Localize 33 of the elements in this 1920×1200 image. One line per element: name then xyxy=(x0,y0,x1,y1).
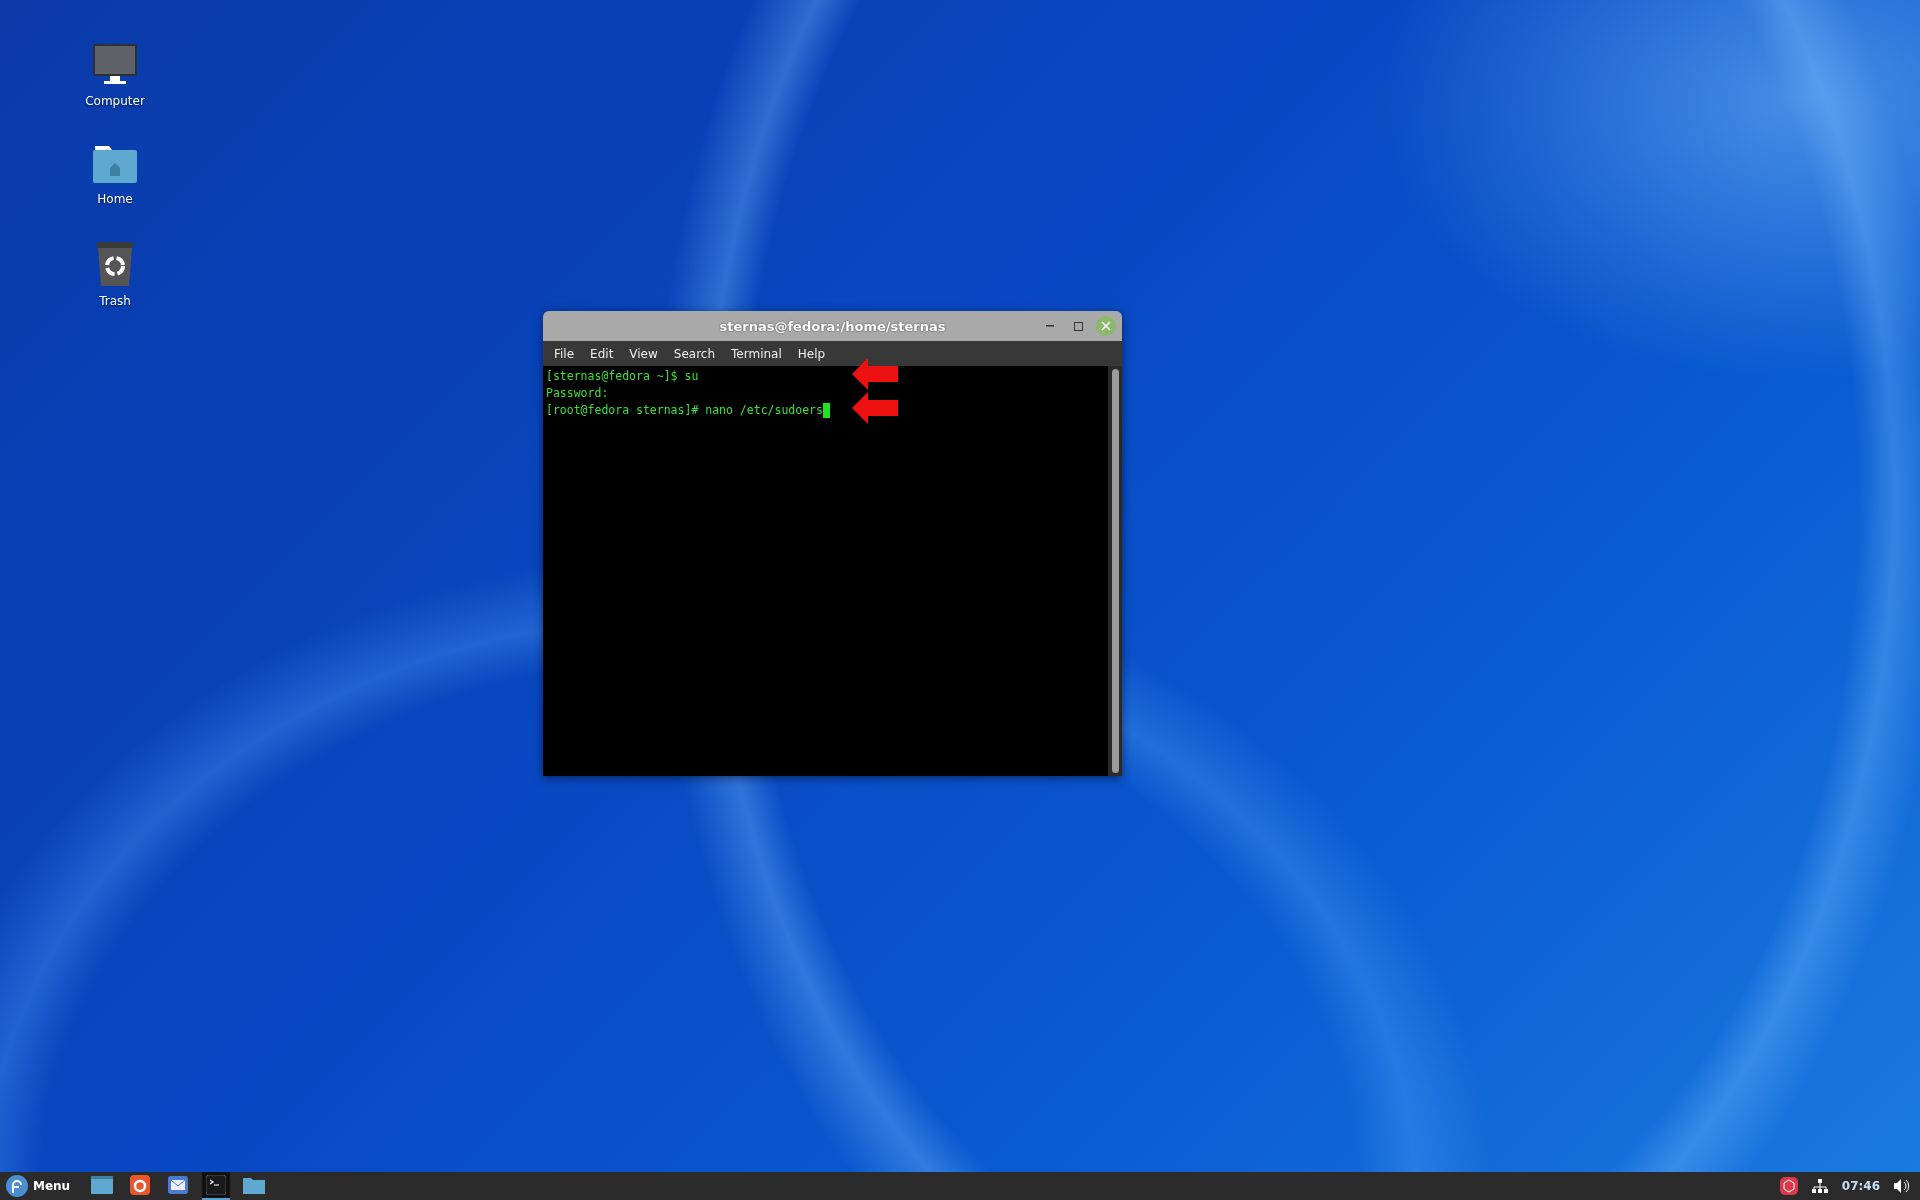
menu-item[interactable]: Search xyxy=(666,344,723,363)
desktop-icon-label[interactable]: Home xyxy=(97,192,133,206)
desktop-icon-label[interactable]: Computer xyxy=(85,94,145,108)
menu-item[interactable]: Edit xyxy=(583,344,621,363)
menu-button[interactable]: Menu xyxy=(6,1175,79,1197)
home-folder-icon xyxy=(91,144,139,184)
scrollbar[interactable] xyxy=(1108,366,1122,776)
window-icon xyxy=(91,1176,114,1194)
minimize-icon xyxy=(1046,325,1054,327)
network-icon[interactable] xyxy=(1811,1179,1828,1193)
taskbar-launcher[interactable] xyxy=(202,1172,231,1200)
monitor-icon xyxy=(91,44,139,86)
fedora-logo-icon xyxy=(6,1175,28,1197)
browser-icon xyxy=(130,1175,151,1195)
menu-item[interactable]: File xyxy=(547,344,582,363)
menu-item[interactable]: View xyxy=(622,344,665,363)
terminal-line: Password: xyxy=(546,385,609,402)
package-icon[interactable] xyxy=(1779,1177,1798,1195)
volume-icon[interactable] xyxy=(1894,1179,1910,1193)
folder-icon xyxy=(243,1176,266,1194)
menu-item[interactable]: Terminal xyxy=(724,344,789,363)
mail-icon xyxy=(168,1176,189,1194)
desktop-icon-label[interactable]: Trash xyxy=(99,294,131,308)
maximize-icon xyxy=(1073,321,1083,331)
terminal-icon xyxy=(206,1175,227,1195)
clock[interactable]: 07:46 xyxy=(1841,1179,1880,1193)
terminal-line: [sternas@fedora ~]$ su xyxy=(546,368,699,385)
window-title: sternas@fedora:/home/sternas xyxy=(719,318,946,334)
close-icon xyxy=(1101,321,1111,331)
terminal-line: [root@fedora sternas]# nano /etc/sudoers xyxy=(546,402,823,419)
trash-icon xyxy=(96,242,134,286)
menu-item[interactable]: Help xyxy=(790,344,833,363)
text-cursor xyxy=(822,403,830,418)
